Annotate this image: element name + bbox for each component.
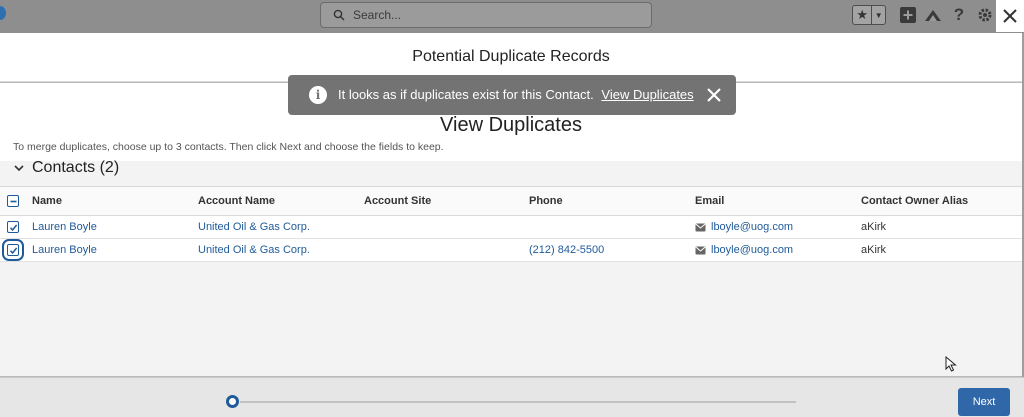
favorites-button-group[interactable]: ★ ▼ (852, 5, 886, 25)
owner-alias-cell: aKirk (861, 238, 1022, 262)
search-input[interactable] (353, 8, 633, 22)
global-header: ★ ▼ ? (0, 0, 1024, 33)
contact-name-link[interactable]: Lauren Boyle (32, 221, 97, 233)
mouse-cursor-icon (945, 356, 957, 372)
account-name-link[interactable]: United Oil & Gas Corp. (198, 221, 310, 233)
help-icon[interactable]: ? (950, 5, 968, 24)
select-all-cell (0, 186, 32, 216)
select-all-checkbox[interactable] (7, 195, 19, 207)
favorites-star-icon[interactable]: ★ (853, 6, 873, 24)
duplicate-toast: i It looks as if duplicates exist for th… (288, 75, 736, 115)
duplicates-table: Name Account Name Account Site Phone Ema… (0, 186, 1022, 262)
view-duplicates-heading: View Duplicates (440, 114, 582, 136)
contact-name-link[interactable]: Lauren Boyle (32, 244, 97, 256)
next-button[interactable]: Next (958, 388, 1010, 416)
search-icon (333, 9, 345, 21)
close-modal-button[interactable] (996, 0, 1024, 32)
email-icon (695, 246, 706, 254)
email-icon (695, 223, 706, 231)
trailhead-icon[interactable] (924, 6, 942, 24)
column-header-account-site[interactable]: Account Site (364, 186, 529, 216)
toast-close-icon[interactable] (706, 87, 722, 103)
info-icon: i (309, 86, 327, 104)
table-row: Lauren Boyle United Oil & Gas Corp. (212… (0, 238, 1022, 262)
modal-title: Potential Duplicate Records (412, 48, 610, 65)
row-checkbox[interactable] (7, 221, 19, 233)
table-row: Lauren Boyle United Oil & Gas Corp. lboy… (0, 215, 1022, 239)
setup-gear-icon[interactable] (976, 6, 994, 24)
column-header-name[interactable]: Name (32, 186, 198, 216)
modal-footer: Next (0, 377, 1024, 417)
view-duplicates-link[interactable]: View Duplicates (601, 87, 693, 102)
table-header-row: Name Account Name Account Site Phone Ema… (0, 186, 1022, 216)
favorites-dropdown-icon[interactable]: ▼ (872, 11, 885, 20)
email-link[interactable]: lboyle@uog.com (711, 221, 793, 233)
phone-link[interactable]: (212) 842-5500 (529, 244, 604, 256)
row-select-cell (0, 215, 32, 239)
column-header-contact-owner-alias[interactable]: Contact Owner Alias (861, 186, 1022, 216)
column-header-email[interactable]: Email (695, 186, 861, 216)
row-select-cell (0, 238, 32, 262)
header-favorites: ★ ▼ (852, 5, 886, 25)
global-actions-plus-icon[interactable] (899, 6, 917, 24)
phone-cell (529, 215, 695, 239)
merge-instructions: To merge duplicates, choose up to 3 cont… (13, 141, 444, 153)
account-site-cell (364, 238, 529, 262)
app-logo-icon[interactable] (0, 6, 6, 20)
owner-alias-cell: aKirk (861, 215, 1022, 239)
column-header-account-name[interactable]: Account Name (198, 186, 364, 216)
close-icon (1003, 9, 1017, 23)
row-checkbox[interactable] (2, 239, 24, 261)
account-site-cell (364, 215, 529, 239)
global-search-box[interactable] (320, 2, 652, 28)
contacts-section-label: Contacts (2) (32, 159, 120, 176)
progress-step-current (226, 395, 239, 408)
progress-track (240, 401, 796, 403)
toast-message-text: It looks as if duplicates exist for this… (338, 87, 594, 102)
email-link[interactable]: lboyle@uog.com (711, 244, 793, 256)
contacts-section-toggle[interactable]: Contacts (2) (14, 159, 119, 177)
email-cell: lboyle@uog.com (695, 221, 861, 233)
toast-message: It looks as if duplicates exist for this… (338, 87, 694, 102)
account-name-link[interactable]: United Oil & Gas Corp. (198, 244, 310, 256)
column-header-phone[interactable]: Phone (529, 186, 695, 216)
email-cell: lboyle@uog.com (695, 244, 861, 256)
chevron-down-icon (14, 165, 24, 172)
